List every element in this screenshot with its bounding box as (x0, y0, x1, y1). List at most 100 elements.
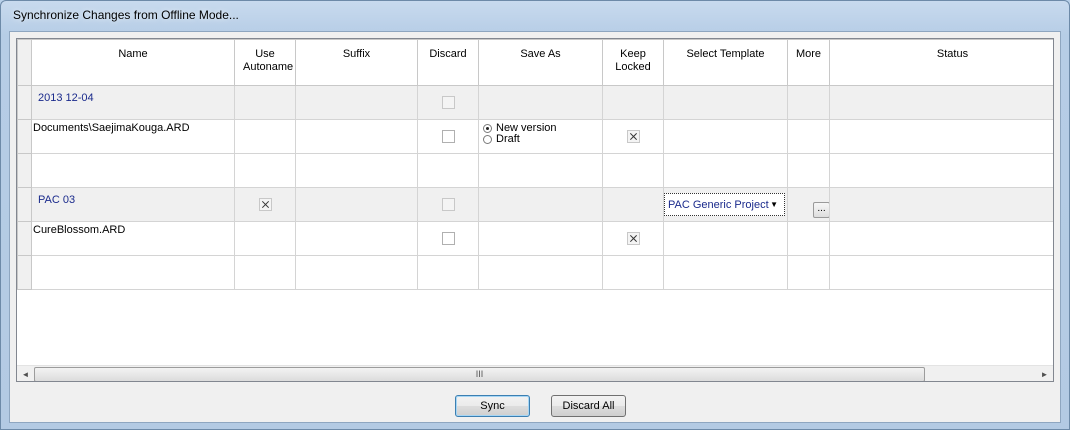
empty-cell (295, 255, 418, 290)
use-autoname-cell (234, 85, 296, 120)
save-as-option-draft[interactable]: Draft (483, 134, 602, 145)
more-cell[interactable]: ... (787, 187, 830, 222)
table-row[interactable]: CureBlossom.ARD (17, 221, 1053, 256)
sync-button[interactable]: Sync (455, 395, 530, 417)
scroll-right-icon[interactable]: ► (1036, 366, 1053, 381)
empty-cell (478, 153, 603, 188)
template-cell[interactable]: PAC Generic Project ▼ (663, 187, 788, 222)
save-as-cell (478, 221, 603, 256)
keep-locked-checkbox[interactable] (626, 232, 640, 245)
empty-cell (787, 153, 830, 188)
table-row[interactable]: PAC 03 PAC Generic Project ▼ ... (17, 187, 1053, 222)
save-as-cell (478, 187, 603, 222)
scroll-left-icon[interactable]: ◄ (17, 366, 34, 381)
discard-checkbox[interactable] (441, 232, 455, 245)
template-dropdown[interactable]: PAC Generic Project ▼ (664, 193, 785, 216)
discard-cell[interactable] (417, 221, 479, 256)
grip-icon: III (475, 369, 484, 379)
table-row[interactable]: Documents\SaejimaKouga.ARD New version D… (17, 119, 1053, 154)
column-header-discard[interactable]: Discard (417, 39, 479, 86)
empty-cell (829, 153, 1053, 188)
discard-cell[interactable] (417, 119, 479, 154)
column-header-save-as[interactable]: Save As (478, 39, 603, 86)
name-cell[interactable]: PAC 03 (31, 187, 235, 222)
template-cell (663, 221, 788, 256)
file-name: CureBlossom.ARD (33, 224, 126, 236)
suffix-cell[interactable] (295, 119, 418, 154)
name-cell[interactable]: CureBlossom.ARD (31, 221, 235, 256)
table-row (17, 255, 1053, 290)
more-cell (787, 119, 830, 154)
save-as-radio-group: New version Draft (480, 121, 602, 146)
use-autoname-checkbox[interactable] (258, 198, 272, 211)
column-header-status[interactable]: Status (829, 39, 1053, 86)
row-header-corner (17, 39, 32, 86)
status-cell (829, 85, 1053, 120)
discard-checkbox[interactable] (441, 130, 455, 143)
empty-cell (234, 255, 296, 290)
header-row: Name Use Autoname Suffix Discard Save As… (17, 39, 1053, 86)
template-cell (663, 85, 788, 120)
row-header[interactable] (17, 153, 32, 188)
sync-table: Name Use Autoname Suffix Discard Save As… (17, 39, 1053, 290)
keep-locked-cell[interactable] (602, 119, 664, 154)
empty-cell (295, 153, 418, 188)
suffix-cell (295, 85, 418, 120)
keep-locked-cell (602, 85, 664, 120)
row-header[interactable] (17, 85, 32, 120)
status-cell (829, 221, 1053, 256)
empty-cell (787, 255, 830, 290)
file-name: Documents\SaejimaKouga.ARD (33, 122, 190, 134)
column-header-keep-locked[interactable]: Keep Locked (602, 39, 664, 86)
discard-all-button[interactable]: Discard All (551, 395, 626, 417)
keep-locked-checkbox[interactable] (626, 130, 640, 143)
radio-selected-icon[interactable] (483, 124, 492, 133)
template-dropdown-value: PAC Generic Project (668, 198, 769, 211)
name-cell[interactable]: Documents\SaejimaKouga.ARD (31, 119, 235, 154)
empty-cell (417, 153, 479, 188)
chevron-down-icon[interactable]: ▼ (770, 200, 784, 209)
save-as-cell (478, 85, 603, 120)
row-header[interactable] (17, 187, 32, 222)
radio-label: Draft (496, 133, 520, 145)
horizontal-scrollbar[interactable]: ◄ III ► (17, 365, 1053, 381)
row-header[interactable] (17, 221, 32, 256)
save-as-cell: New version Draft (478, 119, 603, 154)
discard-checkbox (441, 96, 455, 109)
discard-cell (417, 85, 479, 120)
suffix-cell (295, 187, 418, 222)
name-cell[interactable]: 2013 12-04 (31, 85, 235, 120)
dialog-window: Synchronize Changes from Offline Mode... (0, 0, 1070, 430)
more-cell (787, 221, 830, 256)
status-cell (829, 119, 1053, 154)
empty-cell (417, 255, 479, 290)
group-name: 2013 12-04 (38, 92, 94, 104)
column-header-select-template[interactable]: Select Template (663, 39, 788, 86)
title-bar[interactable]: Synchronize Changes from Offline Mode... (1, 1, 1069, 31)
row-header[interactable] (17, 119, 32, 154)
radio-unselected-icon[interactable] (483, 135, 492, 144)
empty-cell (663, 153, 788, 188)
empty-cell (31, 153, 235, 188)
use-autoname-cell[interactable] (234, 187, 296, 222)
sync-grid: Name Use Autoname Suffix Discard Save As… (16, 38, 1054, 382)
table-row (17, 153, 1053, 188)
column-header-more[interactable]: More (787, 39, 830, 86)
empty-cell (31, 255, 235, 290)
empty-cell (602, 153, 664, 188)
column-header-name[interactable]: Name (31, 39, 235, 86)
scrollbar-thumb[interactable]: III (34, 367, 925, 381)
keep-locked-cell (602, 187, 664, 222)
column-header-suffix[interactable]: Suffix (295, 39, 418, 86)
table-row[interactable]: 2013 12-04 (17, 85, 1053, 120)
column-header-use-autoname[interactable]: Use Autoname (234, 39, 296, 86)
row-header[interactable] (17, 255, 32, 290)
suffix-cell[interactable] (295, 221, 418, 256)
keep-locked-cell[interactable] (602, 221, 664, 256)
use-autoname-cell (234, 119, 296, 154)
status-cell (829, 187, 1053, 222)
dialog-client-area: Name Use Autoname Suffix Discard Save As… (9, 31, 1061, 423)
more-button[interactable]: ... (813, 202, 829, 218)
window-title: Synchronize Changes from Offline Mode... (13, 8, 239, 22)
empty-cell (602, 255, 664, 290)
